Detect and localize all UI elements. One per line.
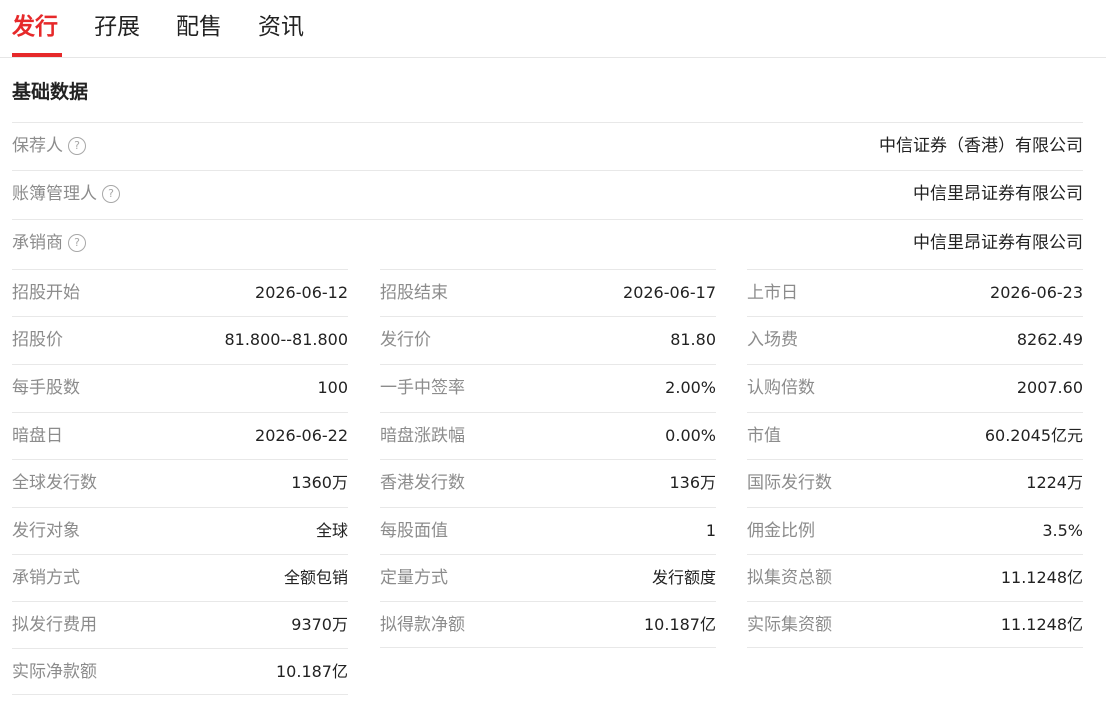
cell-value: 2026-06-22 (255, 426, 348, 445)
cell-value: 发行额度 (651, 568, 716, 587)
row-value: 中信里昂证券有限公司 (913, 233, 1083, 253)
grid-cell: 承销方式 全额包销 (12, 554, 348, 601)
cell-label: 入场费 (747, 330, 798, 350)
cell-label: 国际发行数 (747, 473, 832, 493)
row-label-text: 保荐人 (12, 136, 63, 156)
tab-issue[interactable]: 发行 (12, 12, 58, 42)
cell-label: 上市日 (747, 283, 798, 303)
cell-value: 3.5% (1042, 521, 1083, 540)
cell-value: 136万 (669, 473, 716, 492)
grid-cell: 佣金比例 3.5% (747, 507, 1083, 554)
cell-value: 全球 (315, 521, 348, 540)
cell-label: 实际净款额 (12, 662, 97, 682)
grid-cell: 入场费 8262.49 (747, 316, 1083, 363)
cell-value: 2026-06-23 (990, 283, 1083, 302)
cell-value: 全额包销 (283, 568, 348, 587)
grid-cell: 拟集资总额 11.1248亿 (747, 554, 1083, 601)
tab-placement[interactable]: 配售 (176, 12, 222, 42)
cell-label: 一手中签率 (380, 378, 465, 398)
cell-value: 2007.60 (1016, 378, 1083, 397)
cell-label: 拟集资总额 (747, 568, 832, 588)
grid-cell: 暗盘涨跌幅 0.00% (380, 412, 716, 459)
cell-value: 2.00% (665, 378, 716, 397)
cell-value: 1 (705, 521, 716, 540)
cell-label: 拟发行费用 (12, 615, 97, 635)
grid-cell: 拟发行费用 9370万 (12, 601, 348, 648)
grid-cell: 暗盘日 2026-06-22 (12, 412, 348, 459)
cell-label: 发行对象 (12, 521, 80, 541)
cell-value: 60.2045亿元 (984, 426, 1083, 445)
info-row-underwriter: 承销商? 中信里昂证券有限公司 (12, 219, 1083, 267)
tab-bar: 发行 孖展 配售 资讯 (0, 0, 1106, 58)
cell-label: 市值 (747, 426, 781, 446)
cell-value: 1360万 (291, 473, 348, 492)
cell-label: 佣金比例 (747, 521, 815, 541)
cell-value: 10.187亿 (276, 662, 348, 681)
cell-value: 10.187亿 (644, 615, 716, 634)
cell-value: 2026-06-17 (623, 283, 716, 302)
grid-cell: 实际净款额 10.187亿 (12, 648, 348, 695)
row-label-text: 承销商 (12, 233, 63, 253)
grid-cell: 发行价 81.80 (380, 316, 716, 363)
cell-label: 每股面值 (380, 521, 448, 541)
cell-value: 8262.49 (1016, 330, 1083, 349)
grid-cell: 招股价 81.800--81.800 (12, 316, 348, 363)
row-label-text: 账簿管理人 (12, 184, 97, 204)
section-title: 基础数据 (12, 81, 89, 103)
cell-label: 定量方式 (380, 568, 448, 588)
cell-value: 1224万 (1026, 473, 1083, 492)
active-tab-indicator (12, 53, 62, 57)
cell-label: 每手股数 (12, 378, 80, 398)
cell-label: 实际集资额 (747, 615, 832, 635)
cell-label: 招股结束 (380, 283, 448, 303)
row-value: 中信里昂证券有限公司 (913, 184, 1083, 204)
grid-cell: 招股结束 2026-06-17 (380, 269, 716, 316)
cell-value: 100 (317, 378, 348, 397)
cell-label: 招股价 (12, 330, 63, 350)
cell-label: 发行价 (380, 330, 431, 350)
grid-cell: 市值 60.2045亿元 (747, 412, 1083, 459)
grid-cell: 香港发行数 136万 (380, 459, 716, 506)
grid-cell: 认购倍数 2007.60 (747, 364, 1083, 411)
grid-cell: 每手股数 100 (12, 364, 348, 411)
grid-cell: 发行对象 全球 (12, 507, 348, 554)
info-row-sponsor: 保荐人? 中信证券（香港）有限公司 (12, 122, 1083, 170)
cell-value: 11.1248亿 (1000, 568, 1083, 587)
grid-cell: 上市日 2026-06-23 (747, 269, 1083, 316)
row-label: 账簿管理人? (12, 181, 120, 207)
help-icon[interactable]: ? (68, 234, 86, 252)
row-value: 中信证券（香港）有限公司 (879, 136, 1083, 156)
cell-value: 81.80 (670, 330, 716, 349)
grid-cell: 每股面值 1 (380, 507, 716, 554)
grid-cell: 国际发行数 1224万 (747, 459, 1083, 506)
cell-value: 11.1248亿 (1000, 615, 1083, 634)
grid-cell: 一手中签率 2.00% (380, 364, 716, 411)
row-label: 保荐人? (12, 133, 86, 159)
cell-value: 9370万 (291, 615, 348, 634)
cell-label: 香港发行数 (380, 473, 465, 493)
tab-news[interactable]: 资讯 (258, 12, 304, 42)
cell-label: 招股开始 (12, 283, 80, 303)
cell-value: 2026-06-12 (255, 283, 348, 302)
cell-label: 暗盘涨跌幅 (380, 426, 465, 446)
grid-cell: 实际集资额 11.1248亿 (747, 601, 1083, 648)
grid-cell: 定量方式 发行额度 (380, 554, 716, 601)
cell-label: 全球发行数 (12, 473, 97, 493)
cell-label: 认购倍数 (747, 378, 815, 398)
grid-cell: 全球发行数 1360万 (12, 459, 348, 506)
cell-label: 暗盘日 (12, 426, 63, 446)
cell-label: 拟得款净额 (380, 615, 465, 635)
grid-cell: 拟得款净额 10.187亿 (380, 601, 716, 648)
cell-value: 0.00% (665, 426, 716, 445)
cell-value: 81.800--81.800 (224, 330, 348, 349)
help-icon[interactable]: ? (102, 185, 120, 203)
grid-cell: 招股开始 2026-06-12 (12, 269, 348, 316)
cell-label: 承销方式 (12, 568, 80, 588)
tab-margin[interactable]: 孖展 (94, 12, 140, 42)
help-icon[interactable]: ? (68, 137, 86, 155)
info-row-bookrunner: 账簿管理人? 中信里昂证券有限公司 (12, 170, 1083, 218)
row-label: 承销商? (12, 230, 86, 256)
